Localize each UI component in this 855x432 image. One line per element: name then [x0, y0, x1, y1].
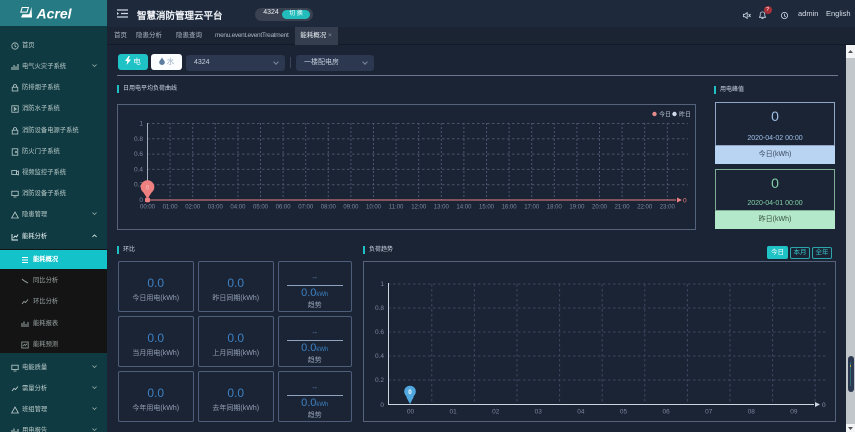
svg-text:16:00: 16:00: [502, 205, 518, 211]
svg-text:0: 0: [822, 402, 826, 409]
svg-text:0.4: 0.4: [134, 166, 143, 173]
svg-text:昨日: 昨日: [679, 111, 691, 119]
svg-text:08: 08: [748, 409, 756, 416]
svg-text:04: 04: [577, 409, 585, 416]
svg-text:0.6: 0.6: [134, 151, 143, 158]
svg-text:07: 07: [705, 409, 713, 416]
svg-text:0.4: 0.4: [375, 353, 384, 360]
svg-text:03:00: 03:00: [208, 205, 224, 211]
svg-text:01:00: 01:00: [163, 205, 179, 211]
svg-text:04:00: 04:00: [230, 205, 246, 211]
svg-text:0.6: 0.6: [375, 329, 384, 336]
svg-text:0: 0: [139, 197, 143, 204]
svg-text:06:00: 06:00: [276, 205, 292, 211]
svg-text:19:00: 19:00: [569, 205, 585, 211]
svg-text:09: 09: [790, 409, 798, 416]
svg-text:00:00: 00:00: [140, 205, 156, 211]
svg-text:12:00: 12:00: [411, 205, 427, 211]
svg-text:02: 02: [492, 409, 500, 416]
svg-text:13:00: 13:00: [434, 205, 450, 211]
svg-text:18:00: 18:00: [547, 205, 563, 211]
svg-text:09:00: 09:00: [343, 205, 359, 211]
svg-text:07:00: 07:00: [298, 205, 314, 211]
svg-text:0: 0: [683, 198, 687, 205]
svg-text:17:00: 17:00: [524, 205, 540, 211]
svg-text:0.2: 0.2: [375, 377, 384, 384]
svg-text:0.8: 0.8: [375, 305, 384, 312]
svg-text:15:00: 15:00: [479, 205, 495, 211]
svg-text:00: 00: [407, 409, 415, 416]
svg-text:23:00: 23:00: [660, 205, 676, 211]
svg-text:08:00: 08:00: [321, 205, 337, 211]
svg-text:1: 1: [139, 121, 143, 128]
svg-text:01: 01: [449, 409, 457, 416]
svg-text:Acrel: Acrel: [36, 6, 73, 22]
svg-text:0.8: 0.8: [134, 136, 143, 143]
svg-text:10:00: 10:00: [366, 205, 382, 211]
svg-text:11:00: 11:00: [389, 205, 404, 211]
svg-text:21:00: 21:00: [615, 205, 631, 211]
svg-text:03: 03: [535, 409, 543, 416]
svg-text:05: 05: [620, 409, 628, 416]
svg-text:14:00: 14:00: [456, 205, 472, 211]
svg-text:22:00: 22:00: [637, 205, 653, 211]
svg-text:0: 0: [408, 389, 412, 396]
svg-text:1: 1: [380, 281, 384, 288]
svg-text:05:00: 05:00: [253, 205, 269, 211]
svg-text:0: 0: [380, 402, 384, 409]
svg-text:06: 06: [662, 409, 670, 416]
svg-text:今日: 今日: [659, 111, 671, 119]
svg-text:02:00: 02:00: [185, 205, 201, 211]
svg-text:20:00: 20:00: [592, 205, 608, 211]
